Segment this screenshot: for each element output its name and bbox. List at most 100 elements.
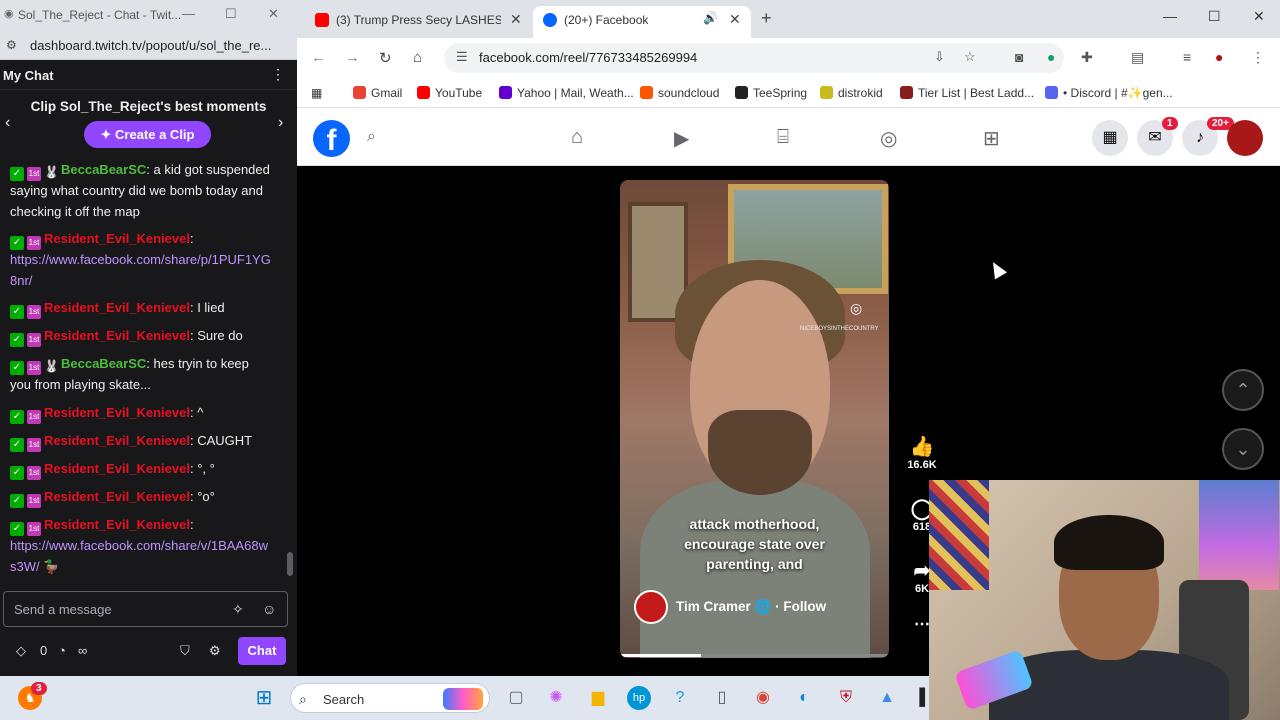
back-icon[interactable]: ← <box>311 49 326 66</box>
previous-reel-button[interactable]: ⌃ <box>1222 369 1264 411</box>
bookmark-discord[interactable]: • Discord | #✨gen... <box>1045 86 1173 100</box>
chat-username[interactable]: BeccaBearSC <box>61 162 146 177</box>
address-bar[interactable]: ☰ facebook.com/reel/776733485269994 ⇩ ☆ <box>444 43 1064 73</box>
moderator-badge-icon[interactable]: ✓ <box>10 466 24 480</box>
chat-scrollbar[interactable] <box>287 552 293 576</box>
chevron-left-icon[interactable]: ‹ <box>5 114 10 132</box>
bookmark-tier-list[interactable]: Tier List | Best Ladd... <box>900 86 1034 100</box>
close-icon[interactable]: ✕ <box>1253 8 1265 25</box>
maximize-icon[interactable]: ☐ <box>1208 8 1221 25</box>
bookmark-teespring[interactable]: TeeSpring <box>735 86 807 100</box>
media-controls-icon[interactable]: ≡ <box>1183 49 1191 65</box>
moderator-badge-icon[interactable]: ✓ <box>10 361 24 375</box>
document-icon[interactable]: ▯ <box>710 686 734 710</box>
site-info-icon[interactable]: ☰ <box>456 49 468 65</box>
chat-message-list[interactable]: ✓ 1st 🐰 BeccaBearSC: a kid got suspended sa… <box>0 160 297 580</box>
chat-username[interactable]: BeccaBearSC <box>61 356 146 371</box>
chat-username[interactable]: Resident_Evil_Kenievel <box>44 461 190 476</box>
bookmark-yahoo[interactable]: Yahoo | Mail, Weath... <box>499 86 634 100</box>
edge-icon[interactable]: ◐ <box>792 686 816 710</box>
new-tab-icon[interactable]: + <box>761 8 772 29</box>
chat-username[interactable]: Resident_Evil_Kenievel <box>44 405 190 420</box>
subscriber-badge-icon[interactable]: 1st <box>27 167 41 181</box>
moderator-badge-icon[interactable]: ✓ <box>10 522 24 536</box>
file-explorer-icon[interactable]: ▆ <box>586 686 610 710</box>
moderator-badge-icon[interactable]: ✓ <box>10 167 24 181</box>
forward-icon[interactable]: → <box>345 49 360 66</box>
bits-icon[interactable]: ✧ <box>232 601 244 618</box>
profile-avatar[interactable]: ● <box>1215 49 1223 65</box>
install-icon[interactable]: ⇩ <box>934 49 945 65</box>
shield-icon[interactable]: ⛉ <box>180 643 190 659</box>
creator-name[interactable]: Tim Cramer <box>676 599 751 614</box>
url-text[interactable]: facebook.com/reel/776733485269994 <box>479 50 697 65</box>
mcafee-icon[interactable]: ⛨ <box>834 686 858 710</box>
next-reel-button[interactable]: ⌄ <box>1222 428 1264 470</box>
bookmark-soundcloud[interactable]: soundcloud <box>640 86 719 100</box>
moderator-badge-icon[interactable]: ✓ <box>10 236 24 250</box>
chat-username[interactable]: Resident_Evil_Kenievel <box>44 328 190 343</box>
timer-icon[interactable]: ◔ <box>58 643 66 658</box>
bookmark-star-icon[interactable]: ☆ <box>964 49 976 65</box>
moderator-badge-icon[interactable]: ✓ <box>10 494 24 508</box>
extensions-icon[interactable]: ✚ <box>1081 49 1093 66</box>
groups-icon[interactable]: ◎ <box>880 126 897 151</box>
support-icon[interactable]: ? <box>668 686 692 710</box>
twitch-address-bar[interactable]: ⚙ dashboard.twitch.tv/popout/u/sol_the_r… <box>0 30 297 60</box>
moderator-badge-icon[interactable]: ✓ <box>10 333 24 347</box>
speaker-icon[interactable]: 🔊 <box>703 11 718 25</box>
subscriber-badge-icon[interactable]: 1st <box>27 236 41 250</box>
taskbar-search[interactable]: ⌕ Search <box>290 683 490 713</box>
tab-facebook[interactable]: (20+) Facebook 🔊 ✕ <box>533 6 751 38</box>
minimize-icon[interactable]: — <box>1163 8 1177 24</box>
photos-icon[interactable]: ▲ <box>875 686 899 710</box>
create-clip-button[interactable]: ✦ Create a Clip <box>84 121 211 148</box>
subscriber-badge-icon[interactable]: 1st <box>27 522 41 536</box>
subscriber-badge-icon[interactable]: 1st <box>27 410 41 424</box>
chat-username[interactable]: Resident_Evil_Kenievel <box>44 231 190 246</box>
chat-username[interactable]: Resident_Evil_Kenievel <box>44 489 190 504</box>
bunny-badge-icon[interactable]: 🐰 <box>44 165 59 179</box>
chat-username[interactable]: Resident_Evil_Kenievel <box>44 300 190 315</box>
bunny-badge-icon[interactable]: 🐰 <box>44 359 59 373</box>
search-icon[interactable]: ⌕ <box>367 128 376 146</box>
twitch-url[interactable]: dashboard.twitch.tv/popout/u/sol_the_re.… <box>30 38 271 53</box>
chat-username[interactable]: Resident_Evil_Kenievel <box>44 433 190 448</box>
chevron-right-icon[interactable]: › <box>278 114 283 132</box>
bookmark-gmail[interactable]: Gmail <box>353 86 402 100</box>
reload-icon[interactable]: ↻ <box>379 49 392 67</box>
emote-picker-icon[interactable]: ☺ <box>262 601 276 617</box>
chrome-menu-icon[interactable]: ⋮ <box>1251 49 1265 66</box>
bookmark-youtube[interactable]: YouTube <box>417 86 482 100</box>
chat-link[interactable]: https://www.facebook.com/share/p/1PUF1YG… <box>10 252 271 288</box>
chat-username[interactable]: Resident_Evil_Kenievel <box>44 517 190 532</box>
facebook-logo[interactable]: f <box>313 120 350 157</box>
chrome-icon[interactable]: ◉ <box>751 686 775 710</box>
camera-icon[interactable]: ◙ <box>1015 49 1023 65</box>
close-icon[interactable]: ✕ <box>268 6 279 22</box>
creator-avatar[interactable] <box>634 590 668 624</box>
side-panel-icon[interactable]: ▤ <box>1131 49 1144 66</box>
subscriber-badge-icon[interactable]: 1st <box>27 305 41 319</box>
more-options-icon[interactable]: ⋮ <box>271 66 285 83</box>
bookmark-distrokid[interactable]: distrokid <box>820 86 883 100</box>
grammarly-icon[interactable]: ● <box>1047 49 1055 65</box>
marketplace-icon[interactable]: ⌸ <box>777 126 789 149</box>
menu-grid-icon[interactable]: ▦ <box>1092 120 1128 156</box>
home-icon[interactable]: ⌂ <box>571 126 583 149</box>
maximize-icon[interactable]: ☐ <box>225 6 237 22</box>
task-view-icon[interactable]: ▢ <box>504 686 528 710</box>
moderator-badge-icon[interactable]: ✓ <box>10 305 24 319</box>
hp-icon[interactable]: hp <box>627 686 651 710</box>
channel-points-icon[interactable]: ◇ <box>16 643 26 659</box>
subscriber-badge-icon[interactable]: 1st <box>27 361 41 375</box>
minimize-icon[interactable]: — <box>182 6 195 21</box>
close-tab-icon[interactable]: ✕ <box>510 11 522 28</box>
subscriber-badge-icon[interactable]: 1st <box>27 466 41 480</box>
like-button[interactable]: 👍 16.6K <box>907 434 937 471</box>
subscriber-badge-icon[interactable]: 1st <box>27 438 41 452</box>
moderator-badge-icon[interactable]: ✓ <box>10 410 24 424</box>
gaming-icon[interactable]: ⊞ <box>983 126 1000 151</box>
apps-grid-icon[interactable]: ▦ <box>311 86 322 100</box>
chat-input[interactable]: Send a message ✧ ☺ <box>3 591 288 627</box>
